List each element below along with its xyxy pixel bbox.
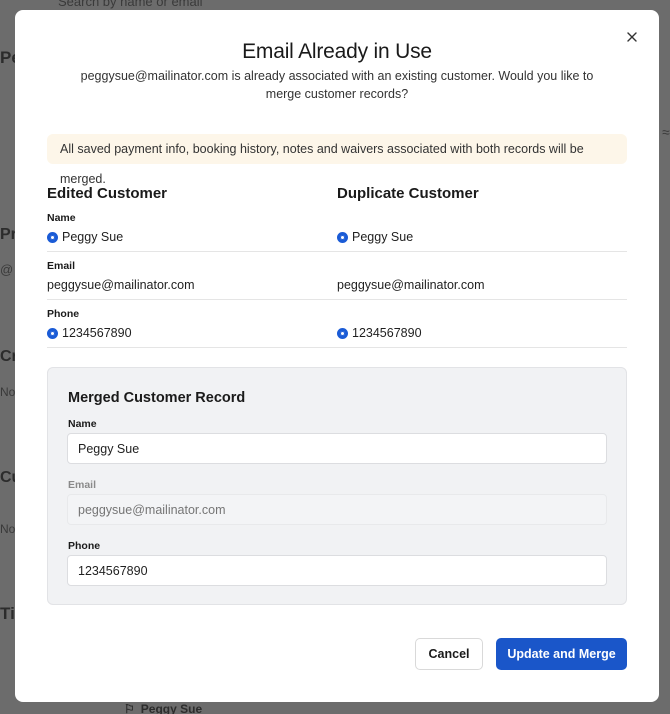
radio-selected-icon[interactable]	[47, 231, 58, 243]
edited-customer-heading: Edited Customer	[47, 185, 168, 202]
background-footer-name: ⚐ Peggy Sue	[124, 702, 203, 714]
merge-customer-modal: Email Already in Use peggysue@mailinator…	[15, 10, 659, 702]
background-at-text: @	[0, 262, 14, 277]
duplicate-phone-value: 1234567890	[352, 326, 422, 340]
edited-name-value: Peggy Sue	[62, 230, 124, 244]
radio-selected-icon[interactable]	[337, 231, 348, 243]
email-label: Email	[47, 260, 76, 272]
merged-name-label: Name	[68, 418, 97, 430]
edited-email-value: peggysue@mailinator.com	[47, 278, 195, 292]
background-chevron-icon: ≈	[662, 124, 670, 140]
radio-selected-icon[interactable]	[47, 327, 58, 339]
radio-selected-icon[interactable]	[337, 327, 348, 339]
background-no-text-1: No	[0, 385, 16, 399]
update-and-merge-button[interactable]: Update and Merge	[496, 638, 627, 670]
modal-subtitle: peggysue@mailinator.com is already assoc…	[80, 69, 594, 101]
flag-icon: ⚐	[124, 702, 135, 714]
edited-phone-option[interactable]: 1234567890	[47, 326, 132, 340]
edited-name-option[interactable]: Peggy Sue	[47, 230, 123, 244]
background-search-input: Search by name or email	[58, 0, 203, 9]
background-heading-ti: Ti	[0, 604, 15, 623]
background-no-text-2: No	[0, 522, 16, 536]
modal-title: Email Already in Use	[242, 40, 432, 63]
phone-label: Phone	[47, 308, 80, 320]
duplicate-customer-heading: Duplicate Customer	[337, 185, 479, 202]
cancel-button[interactable]: Cancel	[415, 638, 483, 670]
duplicate-name-value: Peggy Sue	[352, 230, 414, 244]
row-divider	[47, 251, 627, 252]
merge-notice: All saved payment info, booking history,…	[47, 134, 627, 186]
row-divider	[47, 299, 627, 300]
duplicate-name-option[interactable]: Peggy Sue	[337, 230, 413, 244]
edited-phone-value: 1234567890	[62, 326, 132, 340]
row-divider	[47, 347, 627, 348]
duplicate-email-value: peggysue@mailinator.com	[337, 278, 485, 292]
name-label: Name	[47, 212, 76, 224]
merged-name-input[interactable]	[67, 433, 607, 464]
merged-email-input	[67, 494, 607, 525]
merged-phone-label: Phone	[68, 540, 101, 552]
merged-phone-input[interactable]	[67, 555, 607, 586]
duplicate-phone-option[interactable]: 1234567890	[337, 326, 422, 340]
merged-email-label: Email	[68, 479, 97, 491]
merged-record-title: Merged Customer Record	[68, 390, 246, 406]
merged-record-panel: Merged Customer Record Name Email Phone	[47, 367, 627, 605]
